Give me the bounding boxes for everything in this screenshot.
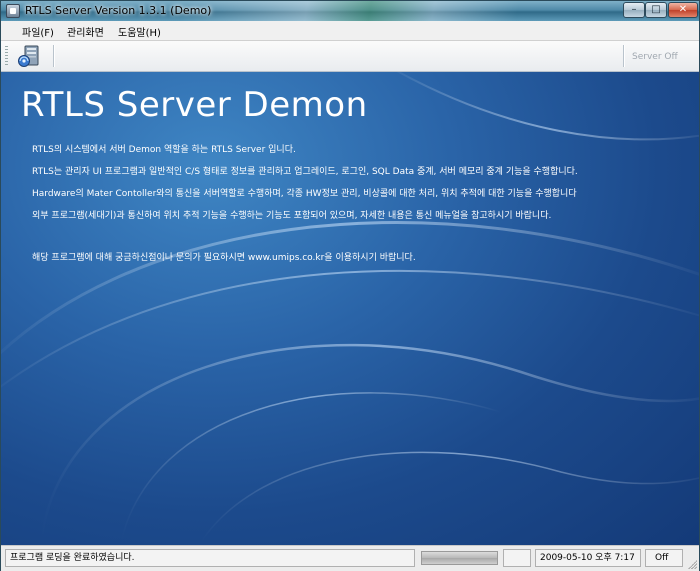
menu-help[interactable]: 도움말(H) [118,24,161,39]
status-bar: 프로그램 로딩을 완료하였습니다. 2009-05-10 오후 7:17 Off [1,545,699,571]
app-window: RTLS Server Version 1.3.1 (Demo) – □ ✕ 파… [0,0,700,571]
server-icon[interactable] [17,44,43,68]
menu-file[interactable]: 파일(F) [22,24,54,39]
title-bar[interactable]: RTLS Server Version 1.3.1 (Demo) – □ ✕ [1,1,699,21]
contact-line: 해당 프로그램에 대해 궁금하신점이나 문의가 필요하시면 www.umips.… [32,253,416,263]
menu-bar: 파일(F) 관리화면 도움말(H) [1,21,699,41]
description-line: Hardware의 Mater Contoller와의 통신을 서버역할로 수행… [32,189,577,199]
toolbar-separator [53,45,55,67]
menu-management[interactable]: 관리화면 [67,24,104,39]
app-icon[interactable] [6,4,20,18]
progress-bar [421,551,498,565]
description-line: 외부 프로그램(세대기)과 통신하여 위치 추적 기능을 수행하는 기능도 포함… [32,211,552,221]
page-title: RTLS Server Demon [21,85,368,125]
window-title: RTLS Server Version 1.3.1 (Demo) [25,4,212,17]
resize-grip[interactable] [687,559,697,569]
status-state: Off [645,549,683,567]
toolbar-separator [623,45,625,67]
maximize-button[interactable]: □ [645,2,667,18]
close-button[interactable]: ✕ [668,2,698,18]
main-content: RTLS Server Demon RTLS의 시스템에서 서버 Demon 역… [1,72,699,545]
title-bar-decoration [181,1,601,21]
status-datetime: 2009-05-10 오후 7:17 [535,549,641,567]
toolbar: Server Off [1,41,699,72]
status-message: 프로그램 로딩을 완료하였습니다. [5,549,415,567]
description-line: RTLS의 시스템에서 서버 Demon 역할을 하는 RTLS Server … [32,145,296,155]
description-line: RTLS는 관리자 UI 프로그램과 일반적인 C/S 형태로 정보를 관리하고… [32,167,578,177]
server-status-button[interactable]: Server Off [632,52,678,62]
toolbar-grip[interactable] [5,46,8,66]
status-panel-empty [503,549,531,567]
minimize-button[interactable]: – [623,2,645,18]
